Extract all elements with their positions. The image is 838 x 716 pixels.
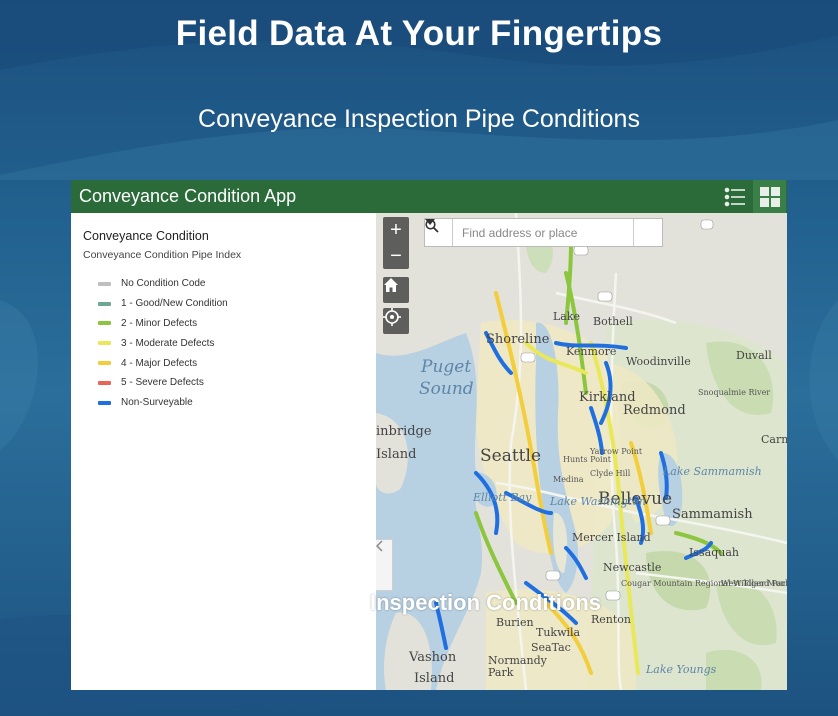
map-label-lake-sammamish: Lake Sammamish bbox=[663, 465, 762, 478]
map-label-sammamish: Sammamish bbox=[672, 507, 753, 522]
map-label-duvall: Duvall bbox=[736, 349, 772, 362]
map-label-lake-washington: Lake Washington bbox=[550, 495, 646, 508]
map-label-medina: Medina bbox=[553, 475, 584, 484]
map-label-tukwila: Tukwila bbox=[536, 626, 581, 639]
zoom-in-button[interactable]: + bbox=[383, 217, 409, 243]
legend-item: Non-Surveyable bbox=[98, 393, 228, 413]
slide-title: Field Data At Your Fingertips bbox=[175, 14, 663, 53]
legend-item: 3 - Moderate Defects bbox=[98, 333, 228, 353]
legend-label: Non-Surveyable bbox=[121, 397, 193, 409]
map-label-puget: Puget bbox=[421, 357, 472, 377]
map-label-west-tiger: West Tiger Mountain NRCA bbox=[721, 579, 787, 588]
basemap bbox=[376, 213, 787, 690]
legend-panel: Conveyance Condition Conveyance Conditio… bbox=[71, 213, 376, 690]
map-label-issaquah: Issaquah bbox=[689, 546, 739, 559]
map-label-newcastle: Newcastle bbox=[603, 561, 662, 574]
legend-label: 5 - Severe Defects bbox=[121, 377, 204, 389]
app-title: Conveyance Condition App bbox=[79, 186, 297, 206]
legend-item: 4 - Major Defects bbox=[98, 353, 228, 373]
legend-swatch bbox=[98, 400, 111, 405]
map-label-seattle: Seattle bbox=[480, 446, 542, 466]
legend-swatch bbox=[98, 341, 111, 346]
map-label-island: Island bbox=[376, 447, 417, 462]
legend-swatch bbox=[98, 361, 111, 366]
map-label-seatac: SeaTac bbox=[531, 641, 571, 654]
legend-swatch bbox=[98, 281, 111, 286]
search-button[interactable] bbox=[425, 219, 662, 246]
legend-toggle-button[interactable] bbox=[718, 180, 751, 213]
search-box bbox=[424, 218, 663, 247]
legend-swatch bbox=[98, 301, 111, 306]
map-label-woodinville: Woodinville bbox=[626, 355, 691, 368]
legend-title: Conveyance Condition bbox=[83, 229, 209, 243]
legend-item: 2 - Minor Defects bbox=[98, 314, 228, 334]
collapse-panel-button[interactable] bbox=[376, 539, 393, 591]
map-label-normandy-park: Normandy Park bbox=[488, 654, 547, 679]
search-input[interactable] bbox=[453, 219, 633, 246]
legend-label: 1 - Good/New Condition bbox=[121, 298, 228, 310]
legend-label: 3 - Moderate Defects bbox=[121, 337, 215, 349]
locate-crosshair-icon bbox=[383, 308, 401, 326]
legend-list-icon bbox=[724, 187, 745, 206]
search-icon bbox=[425, 219, 439, 233]
map-label-carnation: Carna bbox=[761, 433, 787, 446]
map-label-vashon-island: Island bbox=[414, 671, 455, 686]
app-header: Conveyance Condition App bbox=[71, 180, 787, 213]
legend-item: 1 - Good/New Condition bbox=[98, 294, 228, 314]
map-label-shoreline: Shoreline bbox=[486, 332, 550, 347]
slide-subtitle: Conveyance Inspection Pipe Conditions bbox=[198, 105, 640, 133]
map-label-kenmore: Kenmore bbox=[566, 345, 617, 358]
map-label-snoqualmie-river: Snoqualmie River bbox=[698, 388, 771, 397]
map-label-bothell: Bothell bbox=[593, 315, 633, 328]
map-label-burien: Burien bbox=[496, 616, 534, 629]
map-label-hunts-point: Hunts Point bbox=[563, 455, 611, 464]
legend-label: 2 - Minor Defects bbox=[121, 317, 198, 329]
legend-item: No Condition Code bbox=[98, 274, 228, 294]
map-label-lake-youngs: Lake Youngs bbox=[646, 663, 717, 676]
map-label-lake: Lake bbox=[553, 310, 581, 323]
grid-apps-icon bbox=[759, 186, 780, 207]
map-label-clyde-hill: Clyde Hill bbox=[590, 469, 631, 478]
legend-label: 4 - Major Defects bbox=[121, 357, 198, 369]
map-label-mercer-island: Mercer Island bbox=[572, 531, 651, 544]
legend-list: No Condition Code 1 - Good/New Condition… bbox=[98, 274, 228, 413]
map-label-elliott-bay: Elliott Bay bbox=[473, 491, 532, 504]
chevron-left-icon bbox=[376, 540, 383, 552]
zoom-out-button[interactable]: − bbox=[383, 243, 409, 269]
map-view[interactable]: Puget Sound Shoreline Lake Bothell Kenmo… bbox=[376, 213, 787, 690]
map-label-sound: Sound bbox=[419, 379, 474, 399]
legend-label: No Condition Code bbox=[121, 278, 206, 290]
legend-item: 5 - Severe Defects bbox=[98, 373, 228, 393]
legend-swatch bbox=[98, 380, 111, 385]
map-label-bainbridge: inbridge bbox=[376, 424, 432, 439]
map-label-vashon: Vashon bbox=[409, 650, 457, 665]
zoom-controls: + − bbox=[383, 217, 409, 269]
layers-toggle-button[interactable] bbox=[753, 180, 786, 213]
home-button[interactable] bbox=[383, 277, 409, 303]
legend-subtitle: Conveyance Condition Pipe Index bbox=[83, 249, 242, 261]
home-icon bbox=[384, 278, 398, 292]
overlay-caption: Inspection Conditions bbox=[370, 590, 601, 615]
map-label-redmond: Redmond bbox=[623, 403, 686, 418]
locate-button[interactable] bbox=[383, 308, 409, 334]
legend-swatch bbox=[98, 321, 111, 326]
